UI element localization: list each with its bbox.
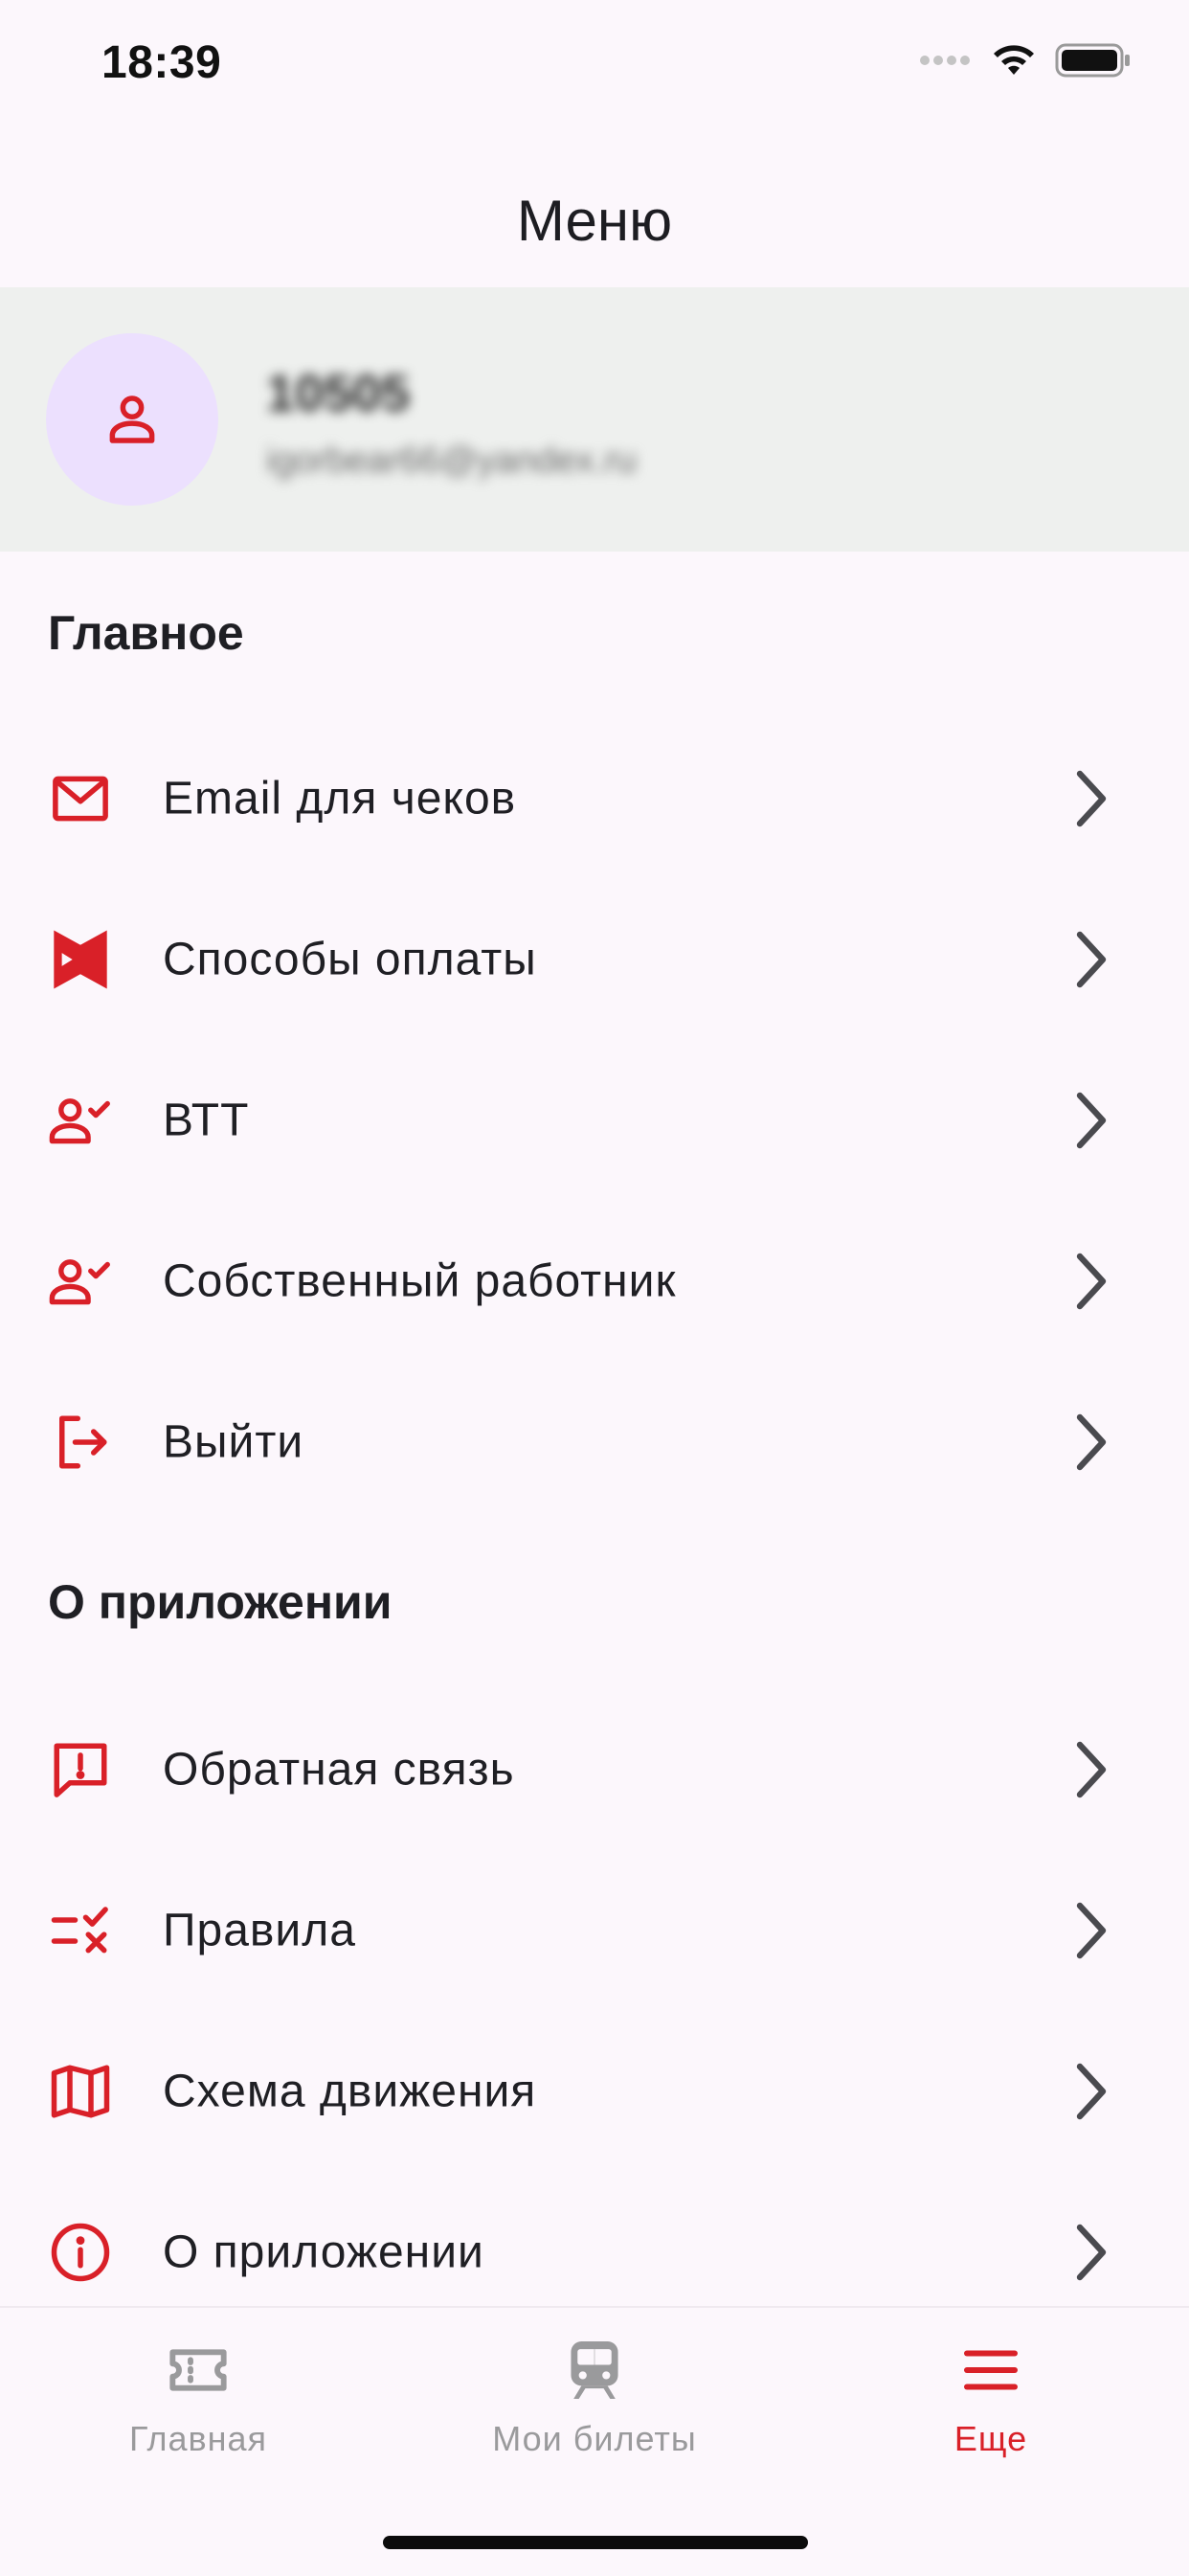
- menu-item-route-map[interactable]: Схема движения: [0, 2011, 1189, 2172]
- ticket-icon: [165, 2337, 232, 2404]
- info-icon: [46, 2218, 115, 2287]
- chevron-right-icon: [1076, 2224, 1107, 2281]
- section-title-main: Главное: [48, 606, 244, 660]
- menu-item-rules[interactable]: Правила: [0, 1850, 1189, 2011]
- chevron-right-icon: [1076, 1413, 1107, 1471]
- profile-card[interactable]: 10505 igorbear66@yandex.ru: [0, 287, 1189, 552]
- profile-name: 10505: [266, 365, 411, 422]
- mail-icon: [46, 764, 115, 833]
- wifi-icon: [994, 45, 1034, 75]
- status-icons: [919, 42, 1132, 79]
- chevron-right-icon: [1076, 931, 1107, 988]
- tab-label: Главная: [128, 2419, 268, 2458]
- menu-item-vtt[interactable]: ВТТ: [0, 1040, 1189, 1201]
- train-icon: [561, 2337, 628, 2404]
- header: Меню: [0, 153, 1189, 287]
- menu-item-logout[interactable]: Выйти: [0, 1362, 1189, 1523]
- user-check-icon: [46, 1247, 115, 1316]
- profile-email: igorbear66@yandex.ru: [266, 441, 638, 481]
- home-indicator: [383, 2536, 808, 2549]
- tab-label: Мои билеты: [492, 2419, 697, 2458]
- menu-label: Схема движения: [163, 2066, 537, 2117]
- menu-label: Собственный работник: [163, 1255, 677, 1307]
- menu-label: О приложении: [163, 2226, 484, 2278]
- chevron-right-icon: [1076, 2063, 1107, 2120]
- rules-icon: [46, 1896, 115, 1965]
- avatar: [46, 333, 218, 506]
- tab-bar: Главная Мои билеты Еще: [0, 2306, 1189, 2576]
- menu-label: Способы оплаты: [163, 934, 537, 985]
- battery-icon: [1055, 43, 1130, 78]
- chevron-right-icon: [1076, 770, 1107, 827]
- tab-label: Еще: [953, 2419, 1028, 2458]
- status-time: 18:39: [101, 37, 222, 88]
- menu-item-feedback[interactable]: Обратная связь: [0, 1689, 1189, 1850]
- signal-icon: [920, 56, 970, 65]
- user-check-icon: [46, 1086, 115, 1155]
- status-bar: 18:39: [0, 0, 1189, 134]
- logout-icon: [46, 1408, 115, 1477]
- menu-label: Выйти: [163, 1416, 304, 1468]
- payment-icon: [46, 925, 115, 994]
- chevron-right-icon: [1076, 1741, 1107, 1798]
- menu-label: Правила: [163, 1905, 356, 1956]
- tab-more[interactable]: Еще: [793, 2337, 1189, 2499]
- chevron-right-icon: [1076, 1253, 1107, 1310]
- menu-icon: [957, 2337, 1024, 2404]
- page-title: Меню: [516, 188, 673, 253]
- tab-home[interactable]: Главная: [0, 2337, 396, 2499]
- menu-item-email[interactable]: Email для чеков: [0, 718, 1189, 879]
- feedback-icon: [46, 1735, 115, 1804]
- user-icon: [109, 395, 155, 443]
- chevron-right-icon: [1076, 1902, 1107, 1959]
- menu-label: Email для чеков: [163, 773, 517, 825]
- map-icon: [46, 2057, 115, 2126]
- chevron-right-icon: [1076, 1092, 1107, 1149]
- section-title-about: О приложении: [48, 1575, 393, 1629]
- tab-my-tickets[interactable]: Мои билеты: [396, 2337, 793, 2499]
- menu-label: ВТТ: [163, 1095, 250, 1146]
- menu-item-payment-methods[interactable]: Способы оплаты: [0, 879, 1189, 1040]
- menu-label: Обратная связь: [163, 1744, 515, 1796]
- menu-item-own-employee[interactable]: Собственный работник: [0, 1201, 1189, 1362]
